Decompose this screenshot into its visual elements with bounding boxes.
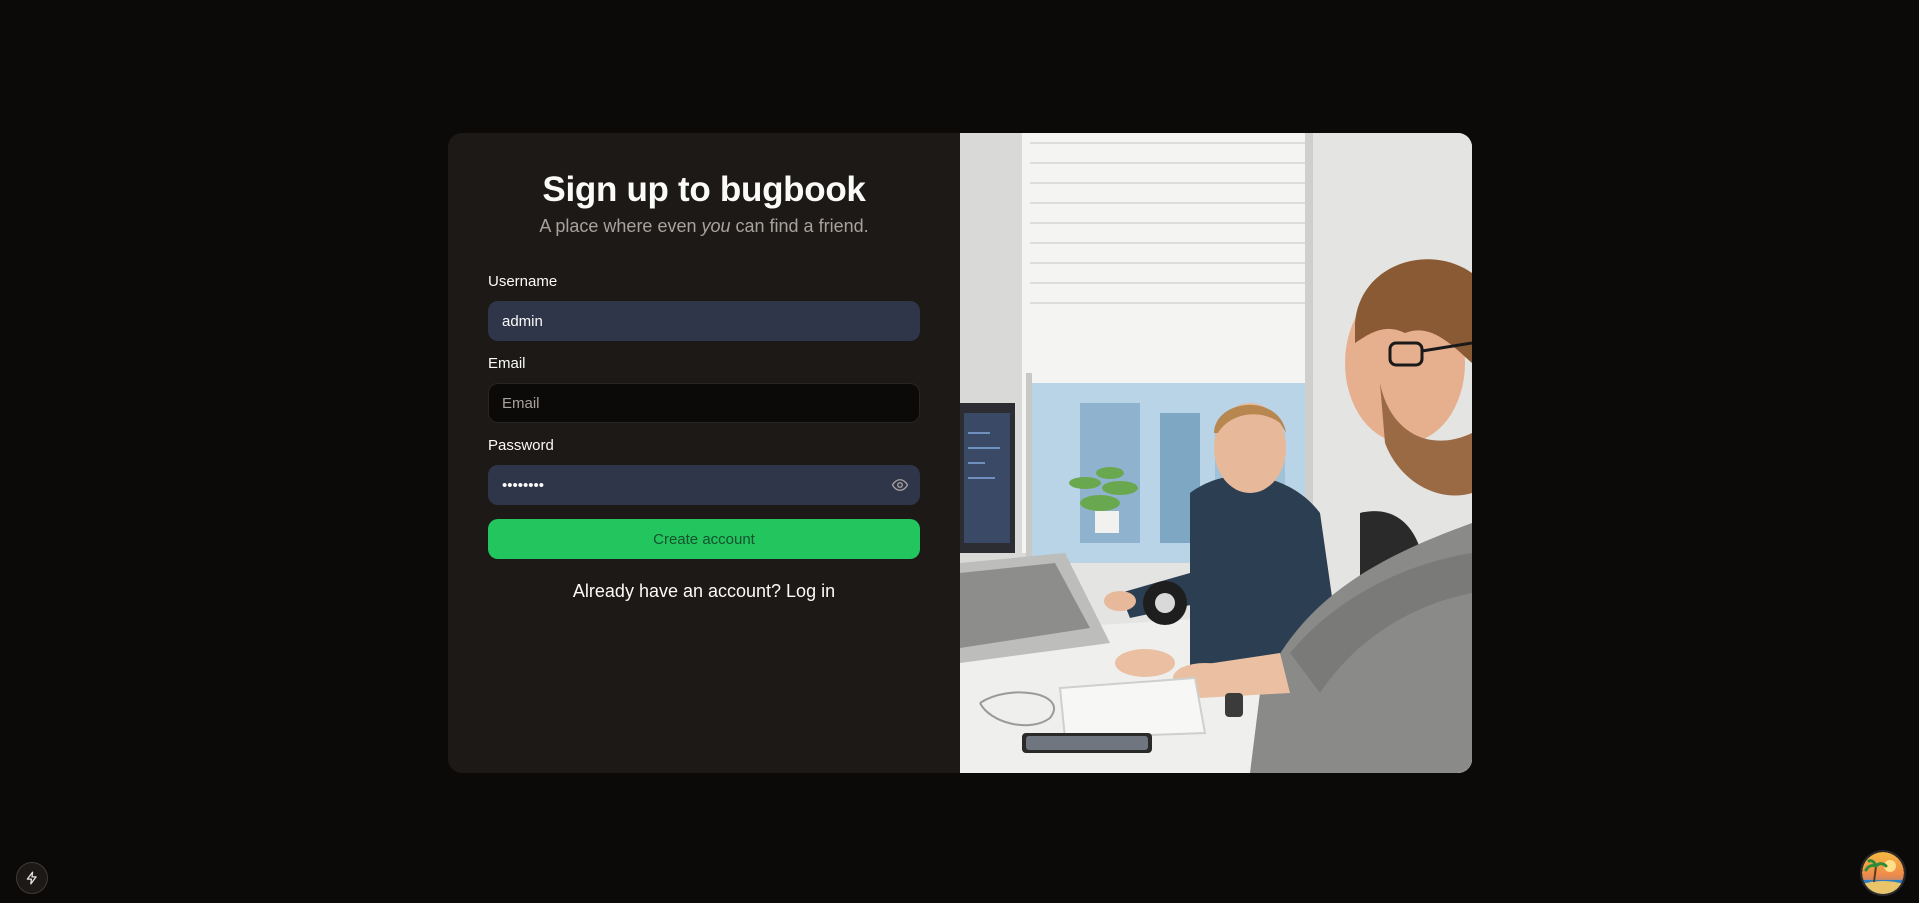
- hero-photo: [960, 133, 1472, 773]
- subtitle-text-end: can find a friend.: [730, 216, 869, 236]
- email-label: Email: [488, 355, 526, 372]
- signup-form: Username Email Password Create account: [488, 273, 920, 602]
- password-label: Password: [488, 437, 554, 454]
- lightning-icon[interactable]: [16, 862, 48, 894]
- signup-form-pane: Sign up to bugbook A place where even yo…: [448, 133, 960, 773]
- email-field-wrap: [488, 383, 920, 423]
- subtitle-text-start: A place where even: [539, 216, 702, 236]
- page-subtitle: A place where even you can find a friend…: [488, 215, 920, 237]
- page-title: Sign up to bugbook: [542, 170, 866, 209]
- eye-icon[interactable]: [890, 475, 910, 495]
- signup-card: Sign up to bugbook A place where even yo…: [448, 133, 1472, 773]
- email-input[interactable]: [488, 383, 920, 423]
- password-field-wrap: [488, 465, 920, 505]
- password-input[interactable]: [488, 465, 920, 505]
- user-avatar[interactable]: [1860, 850, 1906, 896]
- username-label: Username: [488, 273, 558, 290]
- beach-avatar-icon: [1862, 852, 1904, 894]
- login-link[interactable]: Already have an account? Log in: [488, 581, 920, 602]
- office-photo-illustration: [960, 133, 1472, 773]
- create-account-button[interactable]: Create account: [488, 519, 920, 559]
- subtitle-emphasis: you: [701, 216, 731, 236]
- username-input[interactable]: [488, 301, 920, 341]
- username-field-wrap: [488, 301, 920, 341]
